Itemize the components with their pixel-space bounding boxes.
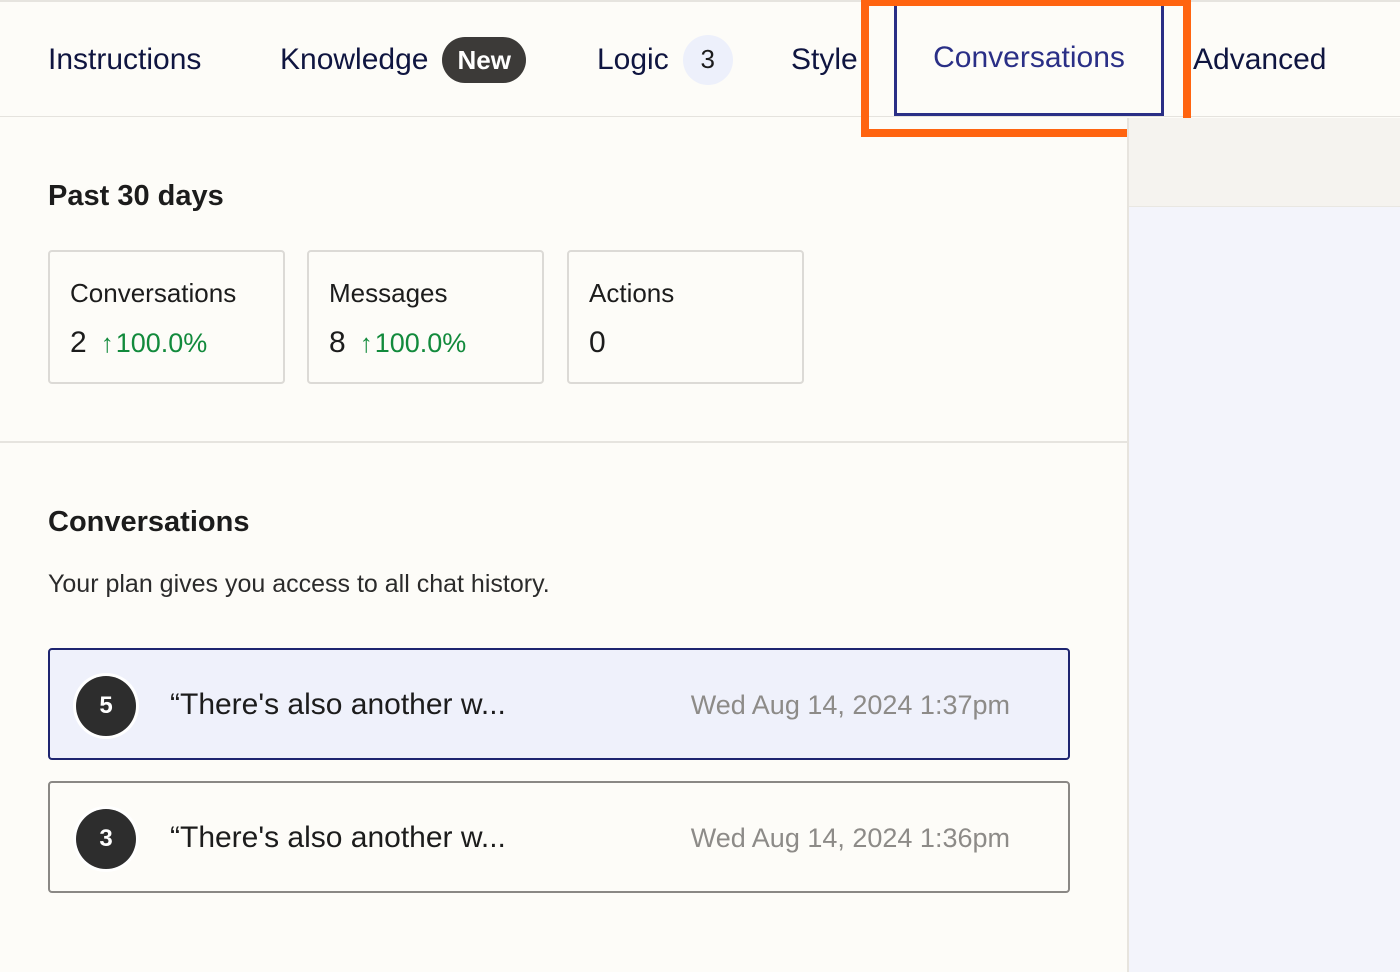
tab-label: Conversations bbox=[933, 40, 1125, 74]
preview-panel-body bbox=[1129, 206, 1400, 972]
message-count-badge: 5 bbox=[76, 676, 136, 736]
stat-change: ↑ 100.0% bbox=[101, 328, 208, 359]
tab-knowledge[interactable]: Knowledge New bbox=[280, 2, 526, 117]
stat-change-value: 100.0% bbox=[374, 328, 467, 358]
stat-card-conversations: Conversations 2 ↑ 100.0% bbox=[48, 250, 285, 384]
new-badge: New bbox=[442, 36, 526, 83]
stat-change: ↑ 100.0% bbox=[360, 328, 467, 359]
stat-title: Actions bbox=[589, 278, 675, 308]
conversation-preview: “There's also another w... bbox=[170, 688, 506, 721]
conversations-title: Conversations bbox=[48, 506, 250, 538]
tab-bar: Instructions Knowledge New Logic 3 Style… bbox=[0, 2, 1400, 117]
preview-panel bbox=[1127, 118, 1400, 972]
stat-card-actions: Actions 0 bbox=[567, 250, 804, 384]
stats-title: Past 30 days bbox=[48, 180, 224, 212]
tab-conversations[interactable]: Conversations bbox=[894, 2, 1164, 116]
stat-value: 0 bbox=[589, 326, 606, 359]
conversations-subtitle: Your plan gives you access to all chat h… bbox=[48, 570, 550, 598]
stat-value: 2 bbox=[70, 326, 87, 359]
arrow-up-icon: ↑ bbox=[100, 328, 114, 358]
tab-style[interactable]: Style bbox=[791, 2, 858, 117]
stat-title: Messages bbox=[329, 278, 448, 308]
stat-card-messages: Messages 8 ↑ 100.0% bbox=[307, 250, 544, 384]
tab-label: Advanced bbox=[1193, 42, 1327, 76]
stat-title: Conversations bbox=[70, 278, 237, 308]
conversation-preview: “There's also another w... bbox=[170, 821, 506, 854]
conversation-timestamp: Wed Aug 14, 2024 1:36pm bbox=[690, 823, 1010, 853]
tab-label: Style bbox=[791, 42, 858, 76]
tab-label: Knowledge bbox=[280, 42, 429, 76]
arrow-up-icon: ↑ bbox=[359, 328, 373, 358]
conversation-row[interactable]: 3 “There's also another w... Wed Aug 14,… bbox=[48, 781, 1070, 893]
stat-value: 8 bbox=[329, 326, 346, 359]
count-badge: 3 bbox=[682, 34, 733, 85]
conversation-row[interactable]: 5 “There's also another w... Wed Aug 14,… bbox=[48, 648, 1070, 760]
section-divider bbox=[0, 441, 1127, 443]
tab-advanced[interactable]: Advanced bbox=[1193, 2, 1326, 117]
tab-label: Instructions bbox=[48, 42, 202, 76]
tab-logic[interactable]: Logic 3 bbox=[597, 2, 733, 117]
tab-instructions[interactable]: Instructions bbox=[48, 2, 201, 117]
conversation-timestamp: Wed Aug 14, 2024 1:37pm bbox=[690, 690, 1010, 720]
tab-label: Logic bbox=[597, 42, 669, 76]
message-count-badge: 3 bbox=[76, 809, 136, 869]
stat-change-value: 100.0% bbox=[115, 328, 208, 358]
